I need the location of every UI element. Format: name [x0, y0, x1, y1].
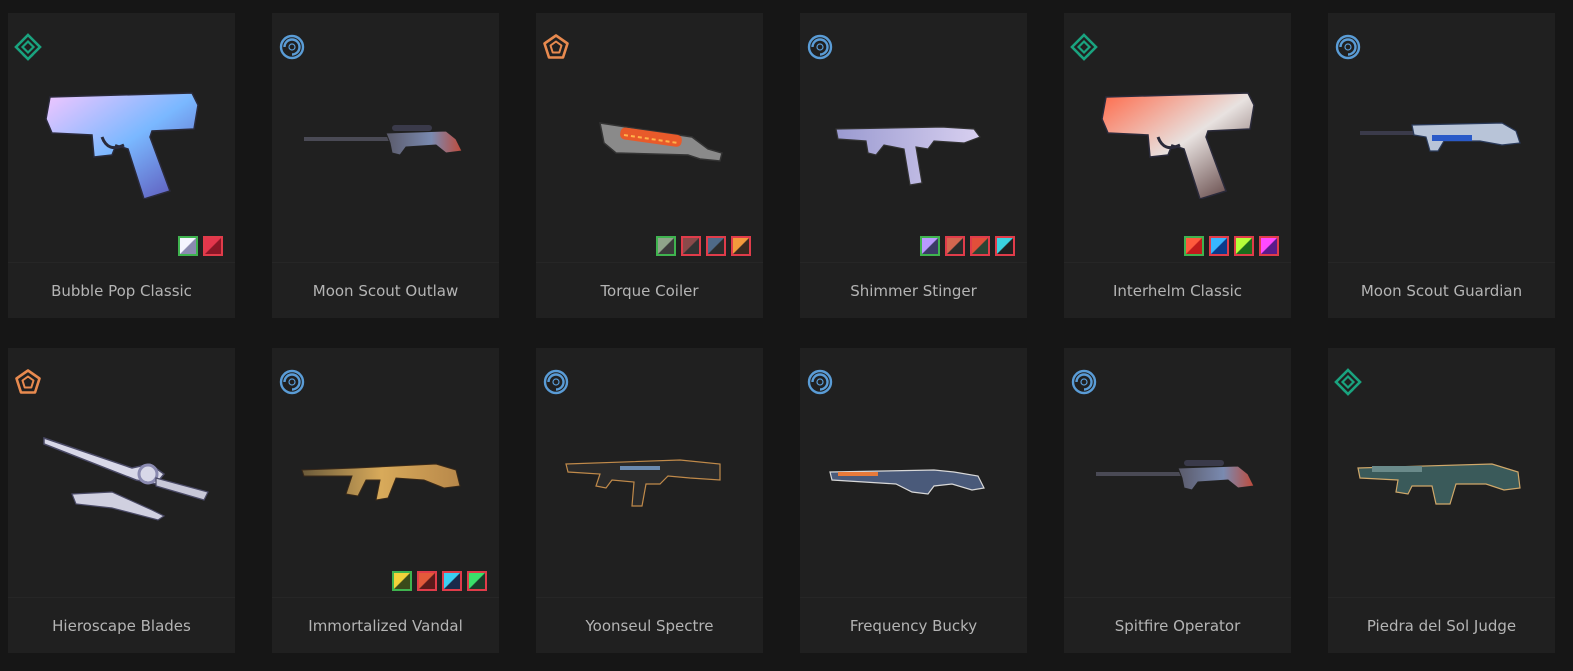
- chroma-swatch[interactable]: [1184, 236, 1204, 256]
- weapon-image: [824, 79, 1004, 199]
- chroma-swatch[interactable]: [442, 571, 462, 591]
- skin-card[interactable]: Frequency Bucky: [800, 348, 1027, 653]
- skin-card[interactable]: Hieroscape Blades: [8, 348, 235, 653]
- skin-card[interactable]: Yoonseul Spectre: [536, 348, 763, 653]
- skin-image-area: [536, 13, 763, 263]
- skin-name: Torque Coiler: [600, 282, 699, 300]
- ring-icon: [1070, 368, 1098, 396]
- weapon-image: [1352, 414, 1532, 534]
- chroma-swatch[interactable]: [706, 236, 726, 256]
- weapon-image: [296, 414, 476, 534]
- skin-name: Moon Scout Outlaw: [312, 282, 459, 300]
- skin-name: Spitfire Operator: [1114, 617, 1241, 635]
- skin-image-area: [8, 348, 235, 598]
- skin-card[interactable]: Piedra del Sol Judge: [1328, 348, 1555, 653]
- skin-image-area: [1328, 13, 1555, 263]
- skin-name: Interhelm Classic: [1112, 282, 1243, 300]
- chroma-swatch[interactable]: [392, 571, 412, 591]
- chroma-swatch[interactable]: [995, 236, 1015, 256]
- chroma-swatch[interactable]: [731, 236, 751, 256]
- chroma-swatch[interactable]: [970, 236, 990, 256]
- skin-image-area: [1328, 348, 1555, 598]
- skin-name: Frequency Bucky: [849, 617, 978, 635]
- skin-image-area: [272, 348, 499, 598]
- skin-card[interactable]: Torque Coiler: [536, 13, 763, 318]
- skin-image-area: [1064, 348, 1291, 598]
- skin-card[interactable]: Moon Scout Outlaw: [272, 13, 499, 318]
- skin-name: Hieroscape Blades: [52, 617, 191, 635]
- ring-icon: [278, 368, 306, 396]
- weapon-image: [560, 414, 740, 534]
- weapon-image: [1352, 79, 1532, 199]
- skin-card[interactable]: Immortalized Vandal: [272, 348, 499, 653]
- chroma-swatch[interactable]: [656, 236, 676, 256]
- skin-card[interactable]: Interhelm Classic: [1064, 13, 1291, 318]
- ring-icon: [1334, 33, 1362, 61]
- chroma-swatch[interactable]: [203, 236, 223, 256]
- skin-card[interactable]: Moon Scout Guardian: [1328, 13, 1555, 318]
- skin-name: Bubble Pop Classic: [51, 282, 192, 300]
- chroma-list: [178, 236, 223, 256]
- weapon-image: [824, 414, 1004, 534]
- chroma-list: [920, 236, 1015, 256]
- diamond-icon: [1334, 368, 1362, 396]
- weapon-image: [32, 79, 212, 200]
- skin-image-area: [1064, 13, 1291, 263]
- skin-image-area: [8, 13, 235, 263]
- skin-name: Piedra del Sol Judge: [1366, 617, 1517, 635]
- skin-name: Yoonseul Spectre: [585, 617, 714, 635]
- weapon-image: [32, 414, 212, 534]
- chroma-list: [392, 571, 487, 591]
- skin-image-area: [800, 13, 1027, 263]
- weapon-image: [1088, 79, 1268, 200]
- ring-icon: [806, 33, 834, 61]
- pentagon-icon: [14, 368, 42, 396]
- chroma-swatch[interactable]: [467, 571, 487, 591]
- chroma-swatch[interactable]: [417, 571, 437, 591]
- skin-card[interactable]: Spitfire Operator: [1064, 348, 1291, 653]
- chroma-swatch[interactable]: [681, 236, 701, 256]
- ring-icon: [806, 368, 834, 396]
- chroma-swatch[interactable]: [1259, 236, 1279, 256]
- pentagon-icon: [542, 33, 570, 61]
- skin-image-area: [272, 13, 499, 263]
- skin-grid: Bubble Pop Classic Moon Scout Outlaw Tor…: [8, 13, 1555, 653]
- chroma-swatch[interactable]: [178, 236, 198, 256]
- chroma-list: [656, 236, 751, 256]
- ring-icon: [542, 368, 570, 396]
- weapon-image: [1088, 414, 1268, 534]
- chroma-swatch[interactable]: [1234, 236, 1254, 256]
- skin-name: Moon Scout Guardian: [1360, 282, 1523, 300]
- skin-card[interactable]: Bubble Pop Classic: [8, 13, 235, 318]
- chroma-list: [1184, 236, 1279, 256]
- chroma-swatch[interactable]: [920, 236, 940, 256]
- diamond-icon: [1070, 33, 1098, 61]
- skin-image-area: [536, 348, 763, 598]
- weapon-image: [296, 79, 476, 199]
- chroma-swatch[interactable]: [1209, 236, 1229, 256]
- skin-name: Shimmer Stinger: [850, 282, 977, 300]
- skin-name: Immortalized Vandal: [308, 617, 463, 635]
- chroma-swatch[interactable]: [945, 236, 965, 256]
- skin-card[interactable]: Shimmer Stinger: [800, 13, 1027, 318]
- ring-icon: [278, 33, 306, 61]
- weapon-image: [560, 79, 740, 199]
- skin-image-area: [800, 348, 1027, 598]
- diamond-icon: [14, 33, 42, 61]
